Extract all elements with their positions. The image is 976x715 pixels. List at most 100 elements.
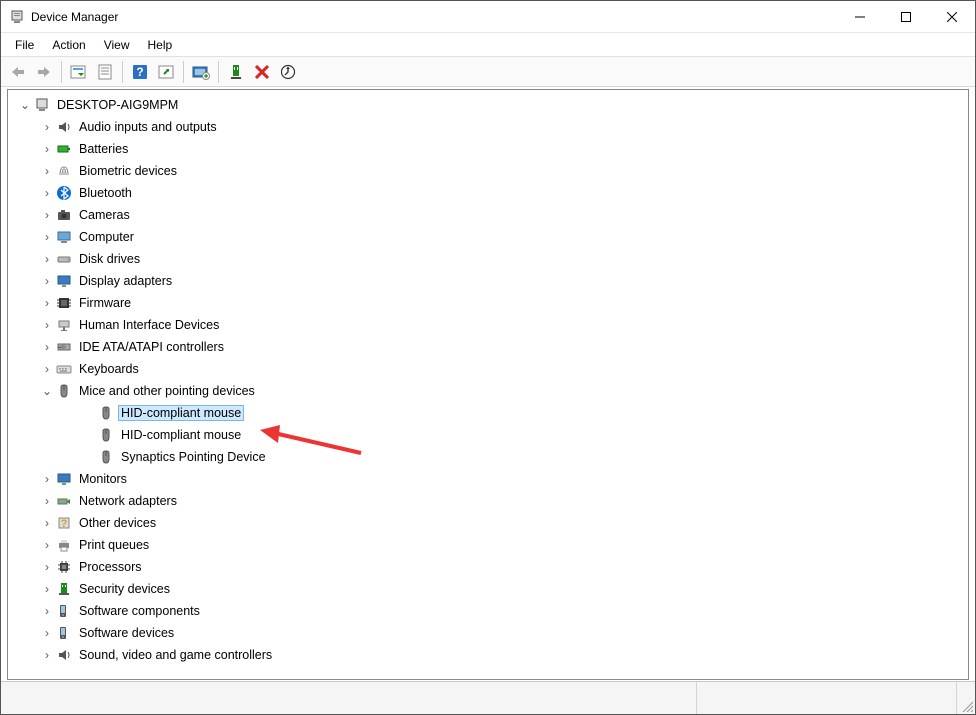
tree-item[interactable]: › Cameras [12, 204, 968, 226]
chevron-right-icon[interactable]: › [40, 626, 54, 640]
refresh-button[interactable] [153, 60, 179, 84]
tree-item-label: Human Interface Devices [76, 317, 222, 333]
tree-leaf[interactable]: Synaptics Pointing Device [12, 446, 968, 468]
tree-item[interactable]: › Monitors [12, 468, 968, 490]
install-driver-button[interactable] [223, 60, 249, 84]
chevron-right-icon[interactable]: › [40, 582, 54, 596]
close-button[interactable] [929, 1, 975, 32]
tree-item[interactable]: › Human Interface Devices [12, 314, 968, 336]
tree-item[interactable]: › Disk drives [12, 248, 968, 270]
chevron-down-icon[interactable]: ⌄ [18, 98, 32, 112]
back-button[interactable] [5, 60, 31, 84]
show-hidden-button[interactable] [66, 60, 92, 84]
tree-item[interactable]: › Software devices [12, 622, 968, 644]
tree-item[interactable]: › Software components [12, 600, 968, 622]
device-tree-panel[interactable]: ⌄ DESKTOP-AIG9MPM › Audio inputs and out… [7, 89, 969, 680]
resize-grip-icon[interactable] [957, 682, 975, 714]
tree-leaf-selected[interactable]: HID-compliant mouse [12, 402, 968, 424]
tree-item[interactable]: › ? Other devices [12, 512, 968, 534]
tree-item[interactable]: › Network adapters [12, 490, 968, 512]
chevron-right-icon[interactable]: › [40, 120, 54, 134]
tree-item[interactable]: › Biometric devices [12, 160, 968, 182]
printer-icon [56, 537, 72, 553]
tree-item[interactable]: › Security devices [12, 578, 968, 600]
chevron-right-icon[interactable]: › [40, 362, 54, 376]
minimize-button[interactable] [837, 1, 883, 32]
chevron-right-icon[interactable]: › [40, 472, 54, 486]
chevron-right-icon[interactable]: › [40, 142, 54, 156]
chevron-right-icon[interactable]: › [40, 164, 54, 178]
battery-icon [56, 141, 72, 157]
tree-item-label: Bluetooth [76, 185, 135, 201]
svg-text:?: ? [136, 65, 143, 79]
tree-item[interactable]: › Print queues [12, 534, 968, 556]
tree-item[interactable]: › Firmware [12, 292, 968, 314]
chevron-right-icon[interactable]: › [40, 494, 54, 508]
menu-view[interactable]: View [96, 35, 138, 55]
chevron-right-icon[interactable]: › [40, 230, 54, 244]
tree-item[interactable]: › Processors [12, 556, 968, 578]
firmware-icon [56, 295, 72, 311]
tree-item-label: Biometric devices [76, 163, 180, 179]
chevron-right-icon[interactable]: › [40, 318, 54, 332]
menu-file[interactable]: File [7, 35, 42, 55]
tree-item-label: Other devices [76, 515, 159, 531]
menu-action[interactable]: Action [44, 35, 93, 55]
update-driver-button[interactable] [188, 60, 214, 84]
scan-hardware-button[interactable] [275, 60, 301, 84]
tree-leaf-label: Synaptics Pointing Device [118, 449, 269, 465]
toolbar-separator [218, 61, 219, 83]
chevron-right-icon[interactable]: › [40, 296, 54, 310]
bluetooth-icon [56, 185, 72, 201]
tree-item-mice[interactable]: ⌄ Mice and other pointing devices [12, 380, 968, 402]
chevron-right-icon[interactable]: › [40, 274, 54, 288]
tree-item[interactable]: › Batteries [12, 138, 968, 160]
mouse-icon [98, 427, 114, 443]
chevron-right-icon[interactable]: › [40, 560, 54, 574]
maximize-button[interactable] [883, 1, 929, 32]
tree-item-label: Sound, video and game controllers [76, 647, 275, 663]
tree-item-label: Audio inputs and outputs [76, 119, 220, 135]
tree-item-label: Network adapters [76, 493, 180, 509]
tree-item-label: IDE ATA/ATAPI controllers [76, 339, 227, 355]
chevron-right-icon[interactable]: › [40, 538, 54, 552]
tree-item[interactable]: › Keyboards [12, 358, 968, 380]
menubar: File Action View Help [1, 33, 975, 57]
uninstall-button[interactable] [249, 60, 275, 84]
chevron-right-icon[interactable]: › [40, 208, 54, 222]
sound-icon [56, 647, 72, 663]
chevron-right-icon[interactable]: › [40, 186, 54, 200]
help-button[interactable]: ? [127, 60, 153, 84]
tree-item-label: Processors [76, 559, 145, 575]
software-icon [56, 625, 72, 641]
tree-item-label: Display adapters [76, 273, 175, 289]
chevron-right-icon[interactable]: › [40, 252, 54, 266]
tree-item[interactable]: › Bluetooth [12, 182, 968, 204]
tree-item-label: Mice and other pointing devices [76, 383, 258, 399]
properties-button[interactable] [92, 60, 118, 84]
forward-button[interactable] [31, 60, 57, 84]
statusbar-pane [697, 682, 957, 714]
tree-root[interactable]: ⌄ DESKTOP-AIG9MPM [12, 94, 968, 116]
tree-item[interactable]: › IDE ATA/ATAPI controllers [12, 336, 968, 358]
svg-text:?: ? [61, 518, 68, 530]
chevron-right-icon[interactable]: › [40, 648, 54, 662]
chevron-right-icon[interactable]: › [40, 604, 54, 618]
window-controls [837, 1, 975, 32]
chevron-right-icon[interactable]: › [40, 340, 54, 354]
chevron-down-icon[interactable]: ⌄ [40, 384, 54, 398]
tree-item[interactable]: › Audio inputs and outputs [12, 116, 968, 138]
ide-icon [56, 339, 72, 355]
titlebar: Device Manager [1, 1, 975, 33]
statusbar-pane [1, 682, 697, 714]
tree-item[interactable]: › Computer [12, 226, 968, 248]
tree-item-label: Keyboards [76, 361, 142, 377]
tree-leaf[interactable]: HID-compliant mouse [12, 424, 968, 446]
tree-item[interactable]: › Display adapters [12, 270, 968, 292]
mouse-icon [56, 383, 72, 399]
tree-item[interactable]: › Sound, video and game controllers [12, 644, 968, 666]
chevron-right-icon[interactable]: › [40, 516, 54, 530]
tree-leaf-label: HID-compliant mouse [118, 405, 244, 421]
menu-help[interactable]: Help [140, 35, 181, 55]
window-title: Device Manager [31, 10, 837, 24]
